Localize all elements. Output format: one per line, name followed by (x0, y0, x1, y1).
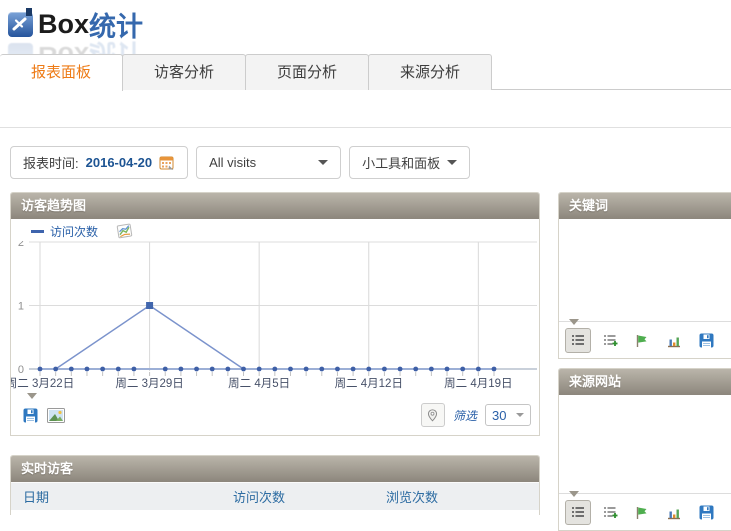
realtime-visitors-title[interactable]: 实时访客 (11, 456, 539, 482)
footer-expand-handle-icon[interactable] (569, 319, 579, 325)
logo-icon (8, 12, 33, 37)
legend-line-swatch (31, 230, 44, 233)
svg-text:周二 4月12日: 周二 4月12日 (335, 377, 403, 390)
main-tabs: 报表面板 访客分析 页面分析 来源分析 (0, 54, 731, 90)
widgets-dashboard-button[interactable]: 小工具和面板 (349, 146, 470, 179)
row-limit-value: 30 (492, 408, 506, 423)
visitor-trend-panel: 访客趋势图 访问次数 2 1 0周二 3月22日 周二 3月29日 周二 4月5日 周二 … (10, 192, 540, 436)
chart-legend: 访问次数 (31, 221, 539, 241)
svg-text:2: 2 (18, 241, 24, 249)
map-pin-icon[interactable] (421, 403, 445, 427)
toolbar: 报表时间: 2016-04-20 All visits 小工具和面板 (10, 146, 470, 179)
table-more-icon[interactable] (597, 500, 623, 525)
realtime-table-header: 日期 访问次数 浏览次数 (11, 482, 539, 510)
content-divider (0, 127, 731, 128)
app-header: Box 统计 Box 统计 (0, 0, 731, 52)
column-header-pageviews[interactable]: 浏览次数 (386, 487, 539, 506)
annotation-chart-icon[interactable] (116, 223, 133, 239)
logo[interactable]: Box 统计 (8, 5, 143, 44)
visitor-trend-title[interactable]: 访客趋势图 (11, 193, 539, 219)
row-limit-select[interactable]: 30 (485, 404, 531, 426)
chevron-down-icon (447, 160, 457, 165)
referrers-body (559, 395, 731, 493)
referrers-footer (559, 493, 731, 530)
segment-value: All visits (209, 155, 256, 170)
flag-icon[interactable] (629, 328, 655, 353)
svg-text:周二 4月19日: 周二 4月19日 (444, 377, 512, 390)
keywords-body (559, 219, 731, 321)
legend-label: 访问次数 (50, 223, 98, 240)
keywords-panel: 关键词 (558, 192, 731, 359)
chevron-down-icon (516, 413, 524, 417)
visitor-trend-chart[interactable]: 2 1 0周二 3月22日 周二 3月29日 周二 4月5日 周二 4月12日 周二 4月1… (11, 241, 539, 393)
svg-text:0: 0 (18, 364, 24, 376)
table-view-icon[interactable] (565, 328, 591, 353)
calendar-icon (159, 155, 175, 171)
column-header-date[interactable]: 日期 (11, 487, 233, 506)
tab-visitor-analysis[interactable]: 访客分析 (122, 54, 246, 90)
svg-text:周二 4月5日: 周二 4月5日 (228, 377, 290, 390)
export-disk-icon[interactable] (693, 500, 719, 525)
bar-chart-icon[interactable] (661, 500, 687, 525)
chart-footer: 筛选 30 (11, 401, 539, 435)
referrer-websites-title[interactable]: 来源网站 (559, 369, 731, 395)
tab-report-dashboard[interactable]: 报表面板 (0, 54, 123, 91)
table-view-icon[interactable] (565, 500, 591, 525)
chart-expand-handle-icon[interactable] (27, 393, 37, 399)
table-more-icon[interactable] (597, 328, 623, 353)
column-header-visits[interactable]: 访问次数 (233, 487, 386, 506)
chart-footer-right: 筛选 30 (421, 403, 531, 427)
image-export-icon[interactable] (47, 408, 65, 423)
keywords-title[interactable]: 关键词 (559, 193, 731, 219)
export-disk-icon[interactable] (23, 408, 38, 423)
logo-text-cn: 统计 (89, 5, 143, 44)
svg-text:周二 3月22日: 周二 3月22日 (11, 377, 74, 390)
segment-selector[interactable]: All visits (196, 146, 341, 179)
filter-link[interactable]: 筛选 (453, 407, 477, 424)
report-date: 2016-04-20 (86, 155, 153, 170)
keywords-footer (559, 321, 731, 358)
realtime-visitors-panel: 实时访客 日期 访问次数 浏览次数 (10, 455, 540, 515)
referrer-websites-panel: 来源网站 (558, 368, 731, 531)
export-disk-icon[interactable] (693, 328, 719, 353)
tab-page-analysis[interactable]: 页面分析 (245, 54, 369, 90)
chevron-down-icon (318, 160, 328, 165)
date-selector[interactable]: 报表时间: 2016-04-20 (10, 146, 188, 179)
flag-icon[interactable] (629, 500, 655, 525)
widgets-label: 小工具和面板 (362, 153, 440, 172)
logo-text: Box (38, 9, 89, 40)
bar-chart-icon[interactable] (661, 328, 687, 353)
svg-text:1: 1 (18, 301, 24, 313)
footer-expand-handle-icon[interactable] (569, 491, 579, 497)
svg-text:周二 3月29日: 周二 3月29日 (115, 377, 183, 390)
report-time-label: 报表时间: (23, 153, 79, 172)
tab-source-analysis[interactable]: 来源分析 (368, 54, 492, 90)
